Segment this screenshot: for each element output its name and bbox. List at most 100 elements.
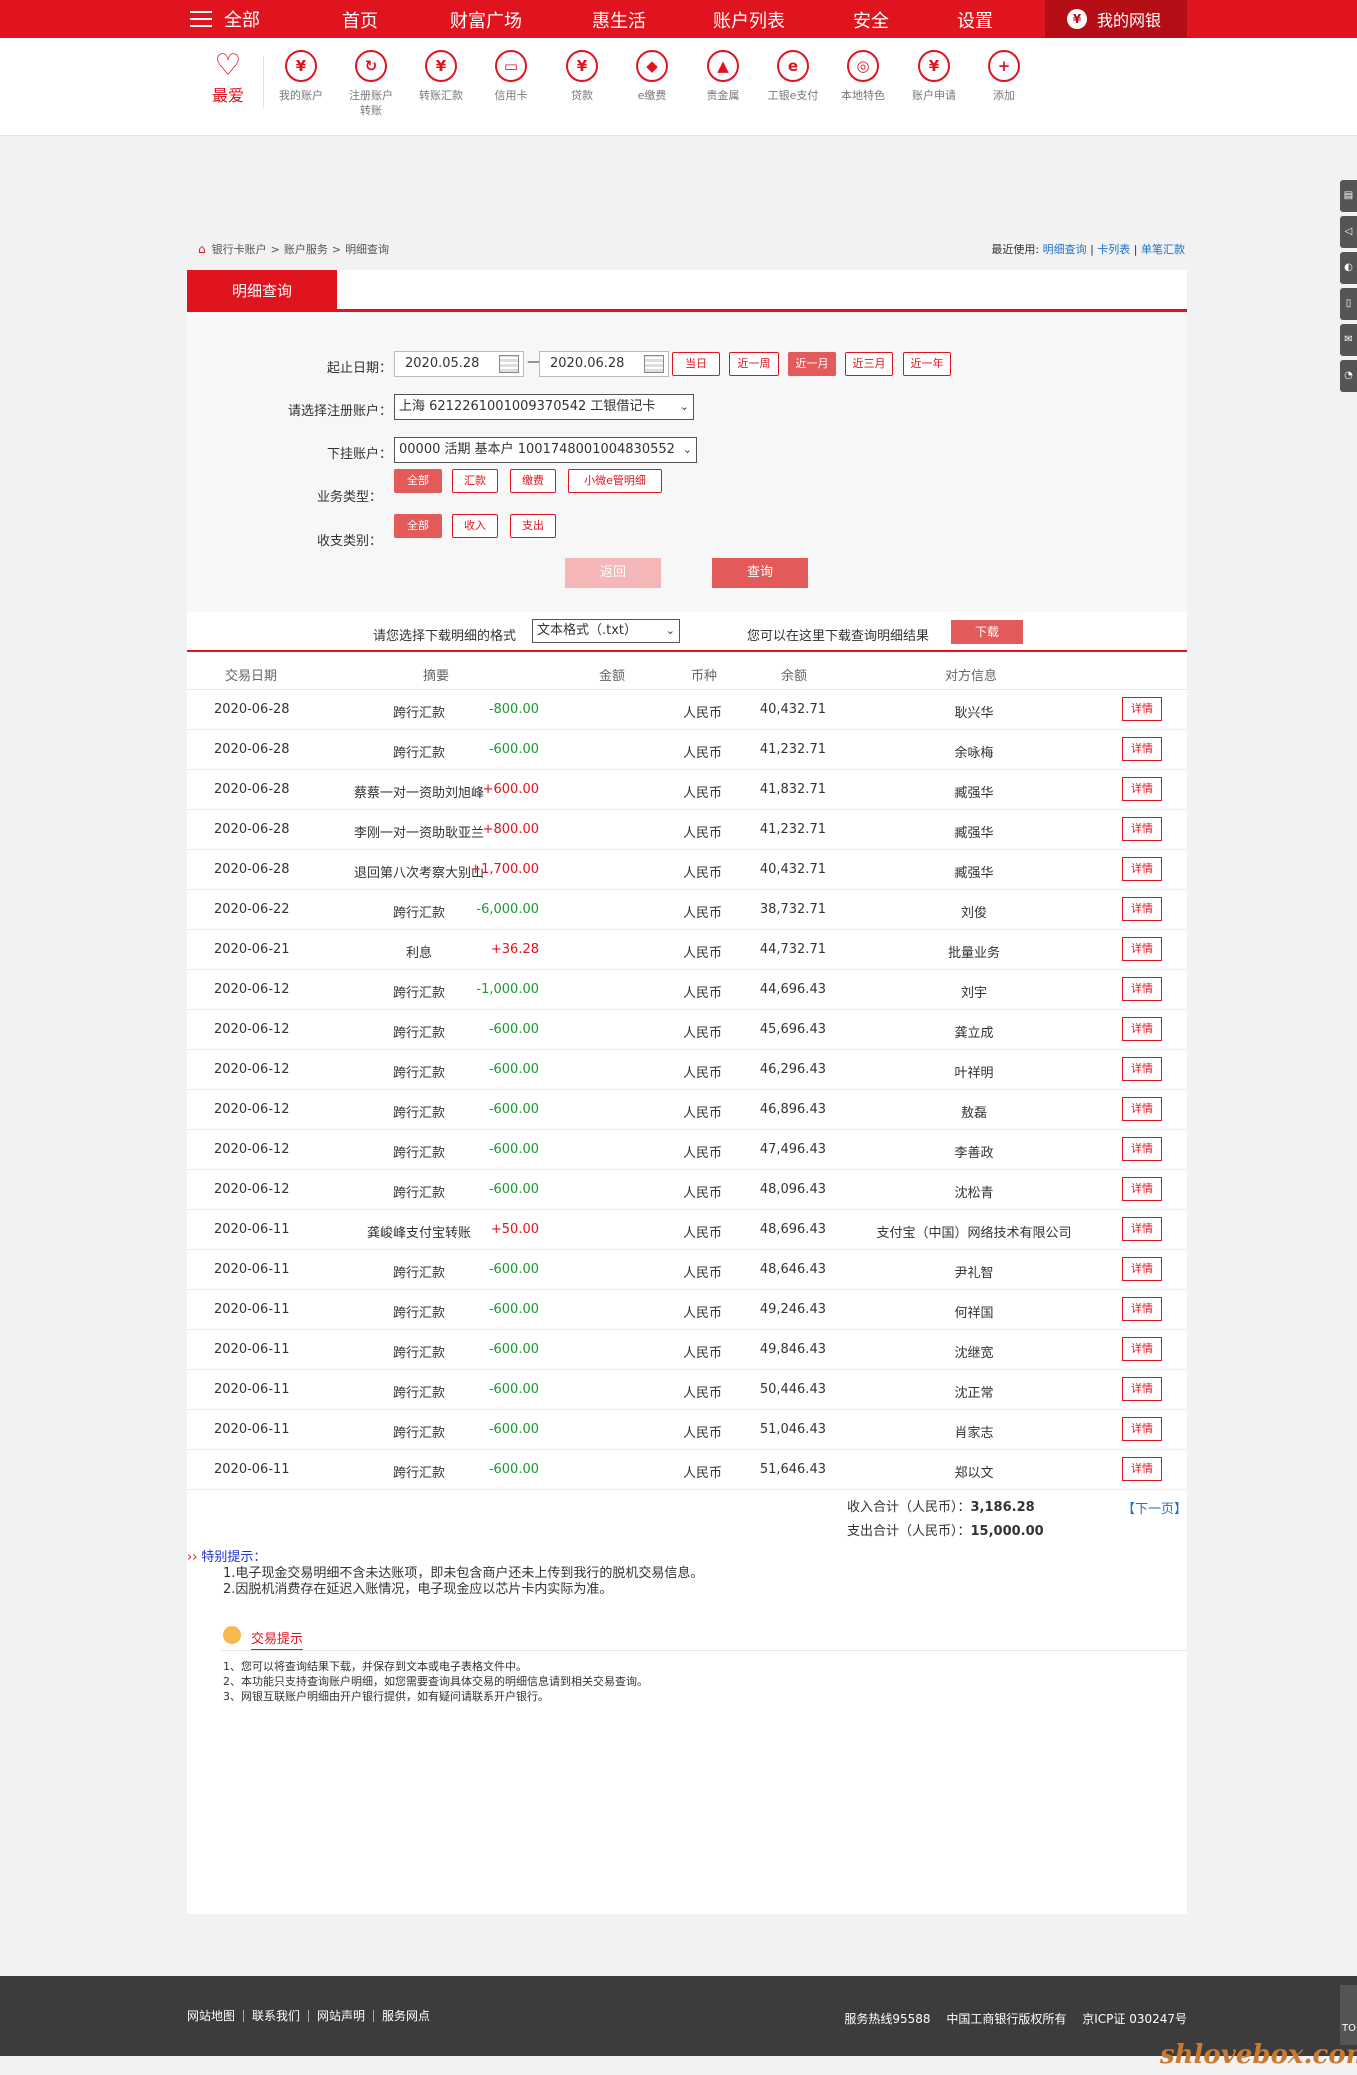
io-all-button[interactable]: 全部: [394, 514, 442, 538]
table-row: 2020-06-12 跨行汇款 -600.00 人民币 47,496.43 李善政 详情: [187, 1130, 1187, 1170]
detail-button[interactable]: 详情: [1122, 857, 1162, 881]
nav-settings[interactable]: 设置: [957, 7, 993, 33]
start-date-input[interactable]: 2020.05.28: [394, 351, 524, 377]
detail-button[interactable]: 详情: [1122, 697, 1162, 721]
side-tab-3[interactable]: ◐: [1340, 252, 1357, 284]
footer-info: 服务热线95588 中国工商银行版权所有 京ICP证 030247号: [832, 2010, 1187, 2027]
nav-all-menu[interactable]: 全部: [190, 6, 305, 32]
shortcut-item[interactable]: ¥ 转账汇款: [406, 50, 476, 103]
footer-link-contact[interactable]: 联系我们: [244, 2010, 310, 2022]
back-button[interactable]: 返回: [565, 558, 661, 588]
quick-3month-button[interactable]: 近三月: [845, 352, 893, 376]
breadcrumb-item[interactable]: 银行卡账户: [212, 241, 267, 257]
detail-button[interactable]: 详情: [1122, 1377, 1162, 1401]
shortcut-icon: +: [988, 50, 1020, 82]
io-income-button[interactable]: 收入: [452, 514, 498, 538]
cell-counterparty: 肖家志: [954, 1426, 994, 1441]
recent-link-cards[interactable]: 卡列表: [1097, 243, 1130, 256]
side-tab-2[interactable]: ◁: [1340, 216, 1357, 248]
table-row: 2020-06-12 跨行汇款 -1,000.00 人民币 44,696.43 刘宇 详情: [187, 970, 1187, 1010]
side-tab-6[interactable]: ◔: [1340, 360, 1357, 392]
transactions-table: 交易日期 摘要 金额 币种 余额 对方信息 2020-06-28 跨行汇款 -800…: [187, 654, 1187, 1490]
detail-button[interactable]: 详情: [1122, 1457, 1162, 1481]
download-button[interactable]: 下载: [951, 620, 1023, 644]
calendar-icon[interactable]: [644, 355, 664, 373]
my-ebank-button[interactable]: ¥ 我的网银: [1045, 0, 1187, 38]
download-format-select[interactable]: 文本格式（.txt） ⌄: [532, 619, 680, 643]
nav-wealth[interactable]: 财富广场: [450, 7, 522, 33]
cell-counterparty: 余咏梅: [954, 746, 994, 761]
favorites-button[interactable]: ♡ 最爱: [208, 50, 248, 106]
detail-button[interactable]: 详情: [1122, 1057, 1162, 1081]
tab-detail-query[interactable]: 明细查询: [187, 270, 337, 312]
shortcut-item[interactable]: ▲ 贵金属: [688, 50, 758, 103]
shortcut-item[interactable]: ◆ e缴费: [617, 50, 687, 103]
shortcut-item[interactable]: ¥ 贷款: [547, 50, 617, 103]
quick-year-button[interactable]: 近一年: [903, 352, 951, 376]
query-button[interactable]: 查询: [712, 558, 808, 588]
detail-button[interactable]: 详情: [1122, 937, 1162, 961]
table-row: 2020-06-12 跨行汇款 -600.00 人民币 46,896.43 敖磊 详情: [187, 1090, 1187, 1130]
back-to-top-button[interactable]: TO: [1340, 1985, 1357, 2045]
cell-date: 2020-06-11: [214, 1222, 290, 1237]
cell-date: 2020-06-28: [214, 862, 290, 877]
account-select[interactable]: 上海 6212261001009370542 工银借记卡 ⌄: [394, 394, 694, 420]
breadcrumb-item[interactable]: 账户服务: [284, 241, 328, 257]
shortcut-item[interactable]: ¥ 账户申请: [899, 50, 969, 103]
detail-button[interactable]: 详情: [1122, 1257, 1162, 1281]
sub-account-select[interactable]: 00000 活期 基本户 1001748001004830552 ⌄: [394, 437, 697, 463]
side-tab-1[interactable]: ▤: [1340, 180, 1357, 212]
shortcut-item[interactable]: + 添加: [969, 50, 1039, 103]
footer-link-sitemap[interactable]: 网站地图: [187, 2010, 245, 2022]
cell-currency: 人民币: [683, 866, 723, 881]
detail-button[interactable]: 详情: [1122, 777, 1162, 801]
biz-all-button[interactable]: 全部: [394, 469, 442, 493]
nav-security[interactable]: 安全: [853, 7, 889, 33]
side-tab-4[interactable]: ▯: [1340, 288, 1357, 320]
detail-button[interactable]: 详情: [1122, 1337, 1162, 1361]
detail-button[interactable]: 详情: [1122, 1137, 1162, 1161]
cell-counterparty: 臧强华: [954, 826, 994, 841]
recent-link-transfer[interactable]: 单笔汇款: [1141, 243, 1185, 256]
detail-button[interactable]: 详情: [1122, 1417, 1162, 1441]
home-icon[interactable]: ⌂: [198, 242, 206, 256]
cell-currency: 人民币: [683, 1106, 723, 1121]
quick-today-button[interactable]: 当日: [672, 352, 720, 376]
shortcut-item[interactable]: ¥ 我的账户: [266, 50, 336, 103]
cell-balance: 41,232.71: [759, 822, 826, 837]
notice-title-text: 特别提示：: [201, 1550, 267, 1565]
biz-remit-button[interactable]: 汇款: [452, 469, 498, 493]
shortcut-item[interactable]: ▭ 信用卡: [476, 50, 546, 103]
detail-button[interactable]: 详情: [1122, 1017, 1162, 1041]
cell-currency: 人民币: [683, 746, 723, 761]
nav-life[interactable]: 惠生活: [592, 7, 646, 33]
detail-button[interactable]: 详情: [1122, 897, 1162, 921]
detail-button[interactable]: 详情: [1122, 1177, 1162, 1201]
detail-button[interactable]: 详情: [1122, 737, 1162, 761]
next-page-link[interactable]: 【下一页】: [1122, 1498, 1187, 1517]
date-label: 起止日期：: [326, 361, 392, 376]
cell-amount: +50.00: [490, 1222, 539, 1237]
side-tab-5[interactable]: ✉: [1340, 324, 1357, 356]
footer-link-statement[interactable]: 网站声明: [309, 2010, 375, 2022]
shortcut-item[interactable]: e 工银e支付: [758, 50, 828, 103]
detail-button[interactable]: 详情: [1122, 1217, 1162, 1241]
detail-button[interactable]: 详情: [1122, 1297, 1162, 1321]
end-date-input[interactable]: 2020.06.28: [539, 351, 669, 377]
shortcut-item[interactable]: ↻ 注册账户 转账: [336, 50, 406, 118]
biz-fee-button[interactable]: 缴费: [510, 469, 556, 493]
shortcut-item[interactable]: ◎ 本地特色: [828, 50, 898, 103]
io-expense-button[interactable]: 支出: [510, 514, 556, 538]
recent-link-detail[interactable]: 明细查询: [1043, 243, 1087, 256]
quick-week-button[interactable]: 近一周: [729, 352, 779, 376]
nav-accounts[interactable]: 账户列表: [713, 7, 785, 33]
quick-month-button[interactable]: 近一月: [788, 352, 836, 376]
detail-button[interactable]: 详情: [1122, 817, 1162, 841]
top-nav: 全部 首页 财富广场 惠生活 账户列表 安全 设置 ¥ 我的网银: [0, 0, 1357, 38]
footer-link-outlets[interactable]: 服务网点: [374, 2010, 438, 2022]
detail-button[interactable]: 详情: [1122, 1097, 1162, 1121]
calendar-icon[interactable]: [499, 355, 519, 373]
biz-micro-button[interactable]: 小微e管明细: [568, 469, 662, 493]
nav-home[interactable]: 首页: [342, 7, 378, 33]
detail-button[interactable]: 详情: [1122, 977, 1162, 1001]
